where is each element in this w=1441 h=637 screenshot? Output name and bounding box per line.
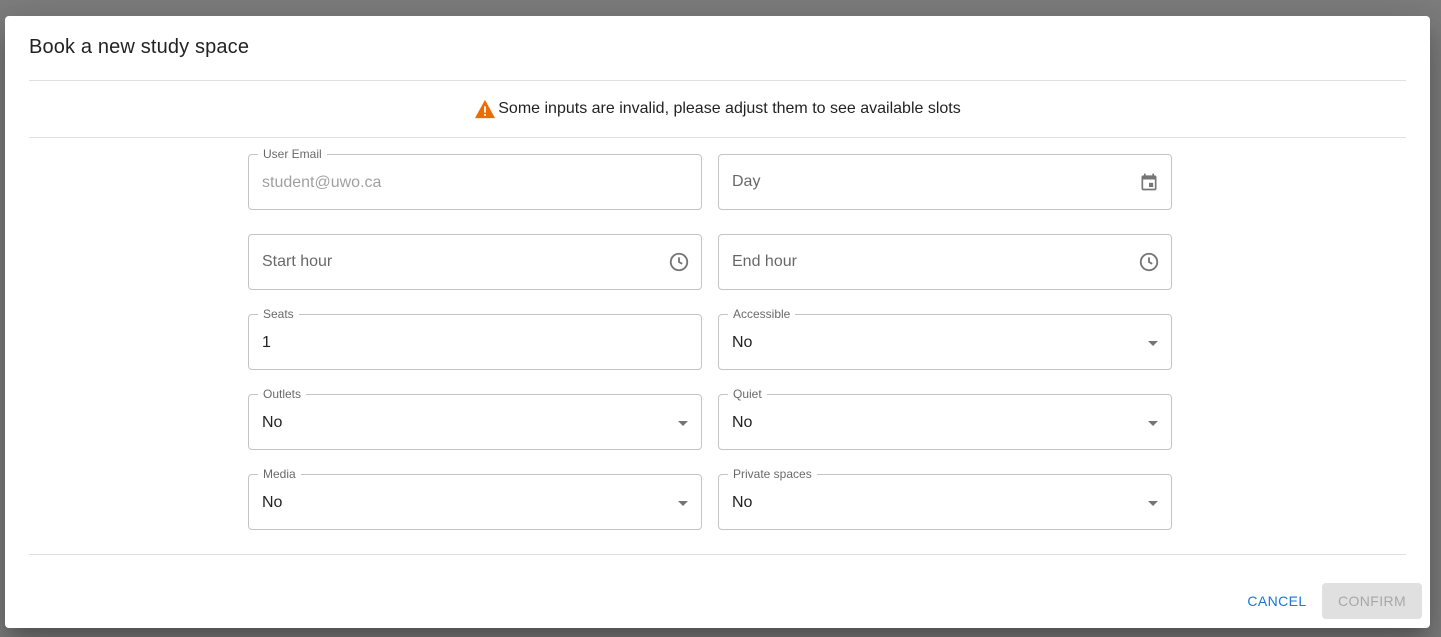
media-value: No	[262, 494, 283, 511]
title-divider	[29, 80, 1406, 81]
actions-divider	[29, 554, 1406, 555]
chevron-down-icon	[678, 501, 688, 506]
dialog-title: Book a new study space	[29, 36, 250, 58]
day-field[interactable]: Day	[718, 154, 1172, 210]
media-label: Media	[258, 467, 301, 481]
booking-dialog: Book a new study space Some inputs are i…	[5, 16, 1430, 628]
chevron-down-icon	[1148, 341, 1158, 346]
clock-icon[interactable]	[667, 250, 691, 274]
confirm-button[interactable]: CONFIRM	[1322, 583, 1422, 619]
warning-divider	[29, 137, 1406, 138]
accessible-label: Accessible	[728, 307, 796, 321]
seats-label: Seats	[258, 307, 299, 321]
private-spaces-value: No	[732, 494, 753, 511]
cancel-button[interactable]: CANCEL	[1238, 583, 1316, 619]
user-email-value: student@uwo.ca	[262, 174, 382, 191]
quiet-value: No	[732, 414, 753, 431]
accessible-value: No	[732, 334, 753, 351]
user-email-label: User Email	[258, 147, 327, 161]
start-hour-field[interactable]: Start hour	[248, 234, 702, 290]
outlets-select[interactable]: Outlets No	[248, 387, 702, 450]
end-hour-placeholder: End hour	[732, 253, 797, 270]
seats-field[interactable]: Seats 1	[248, 307, 702, 370]
outlets-label: Outlets	[258, 387, 307, 401]
user-email-field: User Email student@uwo.ca	[248, 147, 702, 210]
chevron-down-icon	[1148, 501, 1158, 506]
start-hour-placeholder: Start hour	[262, 253, 333, 270]
quiet-select[interactable]: Quiet No	[718, 387, 1172, 450]
clock-icon[interactable]	[1137, 250, 1161, 274]
private-spaces-label: Private spaces	[728, 467, 817, 481]
seats-value: 1	[262, 334, 271, 351]
chevron-down-icon	[1148, 421, 1158, 426]
end-hour-field[interactable]: End hour	[718, 234, 1172, 290]
quiet-label: Quiet	[728, 387, 767, 401]
media-select[interactable]: Media No	[248, 467, 702, 530]
warning-text: Some inputs are invalid, please adjust t…	[498, 100, 961, 117]
calendar-icon[interactable]	[1137, 170, 1161, 194]
warning-icon	[475, 99, 496, 119]
outlets-value: No	[262, 414, 283, 431]
accessible-select[interactable]: Accessible No	[718, 307, 1172, 370]
day-placeholder: Day	[732, 173, 761, 190]
private-spaces-select[interactable]: Private spaces No	[718, 467, 1172, 530]
validation-warning: Some inputs are invalid, please adjust t…	[5, 99, 1430, 119]
chevron-down-icon	[678, 421, 688, 426]
